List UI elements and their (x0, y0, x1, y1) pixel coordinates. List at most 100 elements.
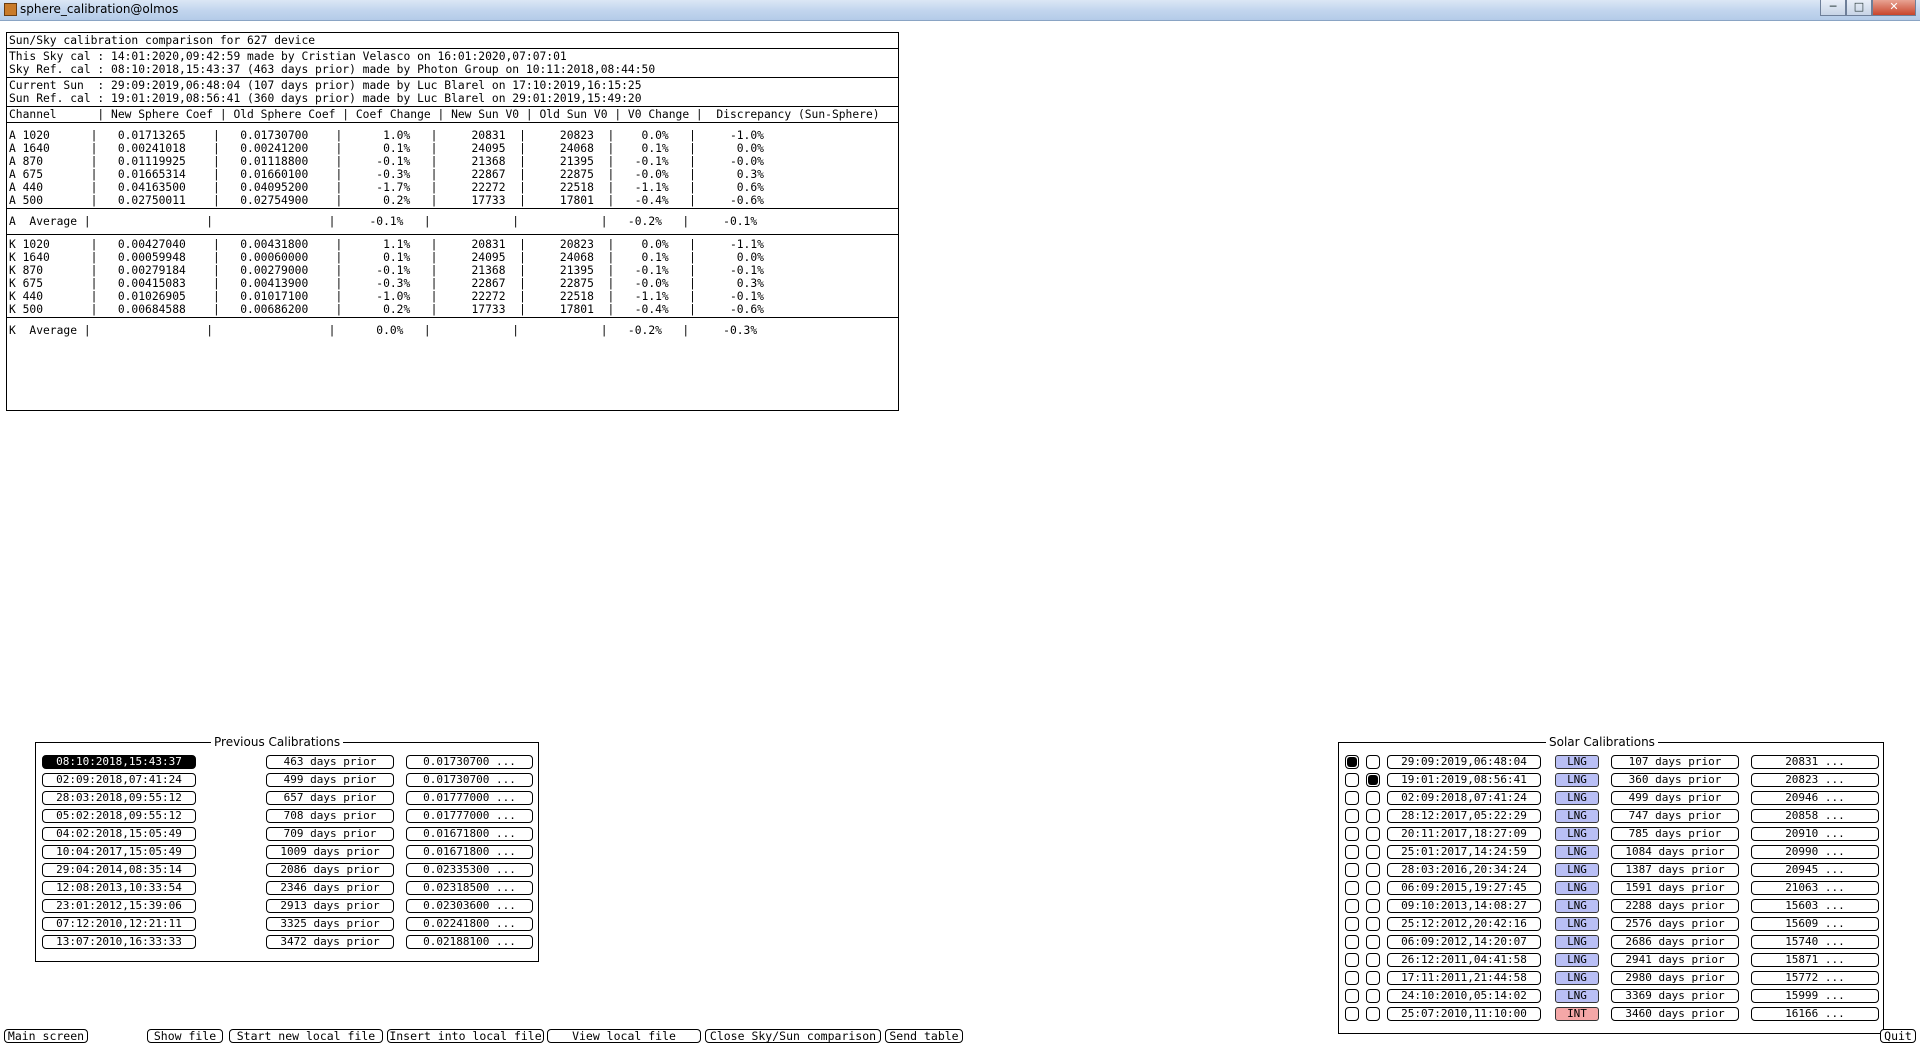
current-sun-radio[interactable] (1345, 917, 1359, 931)
solar-calibration-date-button[interactable]: 25:12:2012,20:42:16 (1387, 917, 1541, 931)
reference-sun-radio[interactable] (1366, 773, 1380, 787)
previous-calibration-date-button[interactable]: 04:02:2018,15:05:49 (42, 827, 196, 841)
previous-calibration-date-button[interactable]: 12:08:2013,10:33:54 (42, 881, 196, 895)
show-file-button[interactable]: Show file (147, 1029, 223, 1043)
current-sun-radio[interactable] (1345, 845, 1359, 859)
current-sun-radio[interactable] (1345, 863, 1359, 877)
solar-calibration-v0-button[interactable]: 15609 ... (1751, 917, 1879, 931)
close-window-button[interactable]: ✕ (1872, 0, 1916, 16)
reference-sun-radio[interactable] (1366, 899, 1380, 913)
insert-into-local-file-button[interactable]: Insert into local file (387, 1029, 544, 1043)
solar-calibration-date-button[interactable]: 28:03:2016,20:34:24 (1387, 863, 1541, 877)
current-sun-radio[interactable] (1345, 989, 1359, 1003)
previous-calibration-days-button[interactable]: 657 days prior (266, 791, 394, 805)
reference-sun-radio[interactable] (1366, 917, 1380, 931)
previous-calibration-date-button[interactable]: 13:07:2010,16:33:33 (42, 935, 196, 949)
previous-calibration-days-button[interactable]: 2086 days prior (266, 863, 394, 877)
solar-calibration-v0-button[interactable]: 15603 ... (1751, 899, 1879, 913)
solar-calibration-v0-button[interactable]: 15871 ... (1751, 953, 1879, 967)
current-sun-radio[interactable] (1345, 881, 1359, 895)
minimize-button[interactable]: ─ (1820, 0, 1846, 16)
solar-calibration-v0-button[interactable]: 15999 ... (1751, 989, 1879, 1003)
previous-calibration-days-button[interactable]: 3325 days prior (266, 917, 394, 931)
solar-calibration-date-button[interactable]: 24:10:2010,05:14:02 (1387, 989, 1541, 1003)
solar-calibration-days-button[interactable]: 499 days prior (1611, 791, 1739, 805)
previous-calibration-days-button[interactable]: 708 days prior (266, 809, 394, 823)
solar-calibration-date-button[interactable]: 19:01:2019,08:56:41 (1387, 773, 1541, 787)
solar-calibration-date-button[interactable]: 28:12:2017,05:22:29 (1387, 809, 1541, 823)
solar-calibration-days-button[interactable]: 2576 days prior (1611, 917, 1739, 931)
solar-calibration-v0-button[interactable]: 20945 ... (1751, 863, 1879, 877)
previous-calibration-coef-button[interactable]: 0.01730700 ... (406, 773, 533, 787)
reference-sun-radio[interactable] (1366, 827, 1380, 841)
current-sun-radio[interactable] (1345, 791, 1359, 805)
previous-calibration-coef-button[interactable]: 0.01730700 ... (406, 755, 533, 769)
solar-calibration-days-button[interactable]: 747 days prior (1611, 809, 1739, 823)
previous-calibration-coef-button[interactable]: 0.02335300 ... (406, 863, 533, 877)
solar-calibration-days-button[interactable]: 2941 days prior (1611, 953, 1739, 967)
current-sun-radio[interactable] (1345, 899, 1359, 913)
solar-calibration-days-button[interactable]: 1387 days prior (1611, 863, 1739, 877)
solar-calibration-date-button[interactable]: 20:11:2017,18:27:09 (1387, 827, 1541, 841)
solar-calibration-date-button[interactable]: 06:09:2015,19:27:45 (1387, 881, 1541, 895)
solar-calibration-v0-button[interactable]: 15740 ... (1751, 935, 1879, 949)
previous-calibration-days-button[interactable]: 1009 days prior (266, 845, 394, 859)
current-sun-radio[interactable] (1345, 935, 1359, 949)
reference-sun-radio[interactable] (1366, 809, 1380, 823)
solar-calibration-date-button[interactable]: 26:12:2011,04:41:58 (1387, 953, 1541, 967)
previous-calibration-days-button[interactable]: 463 days prior (266, 755, 394, 769)
current-sun-radio[interactable] (1345, 971, 1359, 985)
previous-calibration-days-button[interactable]: 3472 days prior (266, 935, 394, 949)
solar-calibration-v0-button[interactable]: 20946 ... (1751, 791, 1879, 805)
solar-calibration-v0-button[interactable]: 20831 ... (1751, 755, 1879, 769)
previous-calibration-date-button[interactable]: 23:01:2012,15:39:06 (42, 899, 196, 913)
current-sun-radio[interactable] (1345, 1007, 1359, 1021)
solar-calibration-date-button[interactable]: 25:01:2017,14:24:59 (1387, 845, 1541, 859)
solar-calibration-days-button[interactable]: 3369 days prior (1611, 989, 1739, 1003)
view-local-file-button[interactable]: View local file (547, 1029, 701, 1043)
reference-sun-radio[interactable] (1366, 989, 1380, 1003)
solar-calibration-v0-button[interactable]: 20858 ... (1751, 809, 1879, 823)
previous-calibration-date-button[interactable]: 28:03:2018,09:55:12 (42, 791, 196, 805)
previous-calibration-coef-button[interactable]: 0.01777000 ... (406, 791, 533, 805)
quit-button[interactable]: Quit (1880, 1029, 1916, 1043)
previous-calibration-days-button[interactable]: 709 days prior (266, 827, 394, 841)
previous-calibration-date-button[interactable]: 02:09:2018,07:41:24 (42, 773, 196, 787)
solar-calibration-date-button[interactable]: 02:09:2018,07:41:24 (1387, 791, 1541, 805)
window-titlebar[interactable]: sphere_calibration@olmos ─ □ ✕ (0, 0, 1920, 21)
solar-calibration-v0-button[interactable]: 15772 ... (1751, 971, 1879, 985)
solar-calibration-days-button[interactable]: 3460 days prior (1611, 1007, 1739, 1021)
previous-calibration-date-button[interactable]: 05:02:2018,09:55:12 (42, 809, 196, 823)
solar-calibration-days-button[interactable]: 785 days prior (1611, 827, 1739, 841)
solar-calibration-days-button[interactable]: 2288 days prior (1611, 899, 1739, 913)
solar-calibration-date-button[interactable]: 06:09:2012,14:20:07 (1387, 935, 1541, 949)
reference-sun-radio[interactable] (1366, 971, 1380, 985)
solar-calibration-days-button[interactable]: 2980 days prior (1611, 971, 1739, 985)
send-table-button[interactable]: Send table (885, 1029, 963, 1043)
current-sun-radio[interactable] (1345, 809, 1359, 823)
solar-calibration-v0-button[interactable]: 20990 ... (1751, 845, 1879, 859)
previous-calibration-date-button[interactable]: 08:10:2018,15:43:37 (42, 755, 196, 769)
solar-calibration-date-button[interactable]: 17:11:2011,21:44:58 (1387, 971, 1541, 985)
current-sun-radio[interactable] (1345, 827, 1359, 841)
current-sun-radio[interactable] (1345, 953, 1359, 967)
current-sun-radio[interactable] (1345, 773, 1359, 787)
solar-calibration-v0-button[interactable]: 16166 ... (1751, 1007, 1879, 1021)
close-comparison-button[interactable]: Close Sky/Sun comparison (705, 1029, 881, 1043)
solar-calibration-days-button[interactable]: 2686 days prior (1611, 935, 1739, 949)
solar-calibration-date-button[interactable]: 09:10:2013,14:08:27 (1387, 899, 1541, 913)
current-sun-radio[interactable] (1345, 755, 1359, 769)
previous-calibration-days-button[interactable]: 2913 days prior (266, 899, 394, 913)
solar-calibration-v0-button[interactable]: 20823 ... (1751, 773, 1879, 787)
previous-calibration-coef-button[interactable]: 0.02303600 ... (406, 899, 533, 913)
solar-calibration-days-button[interactable]: 1084 days prior (1611, 845, 1739, 859)
previous-calibration-coef-button[interactable]: 0.02188100 ... (406, 935, 533, 949)
reference-sun-radio[interactable] (1366, 791, 1380, 805)
solar-calibration-v0-button[interactable]: 20910 ... (1751, 827, 1879, 841)
reference-sun-radio[interactable] (1366, 845, 1380, 859)
previous-calibration-days-button[interactable]: 499 days prior (266, 773, 394, 787)
main-screen-button[interactable]: Main screen (4, 1029, 88, 1043)
solar-calibration-v0-button[interactable]: 21063 ... (1751, 881, 1879, 895)
reference-sun-radio[interactable] (1366, 935, 1380, 949)
previous-calibration-date-button[interactable]: 10:04:2017,15:05:49 (42, 845, 196, 859)
